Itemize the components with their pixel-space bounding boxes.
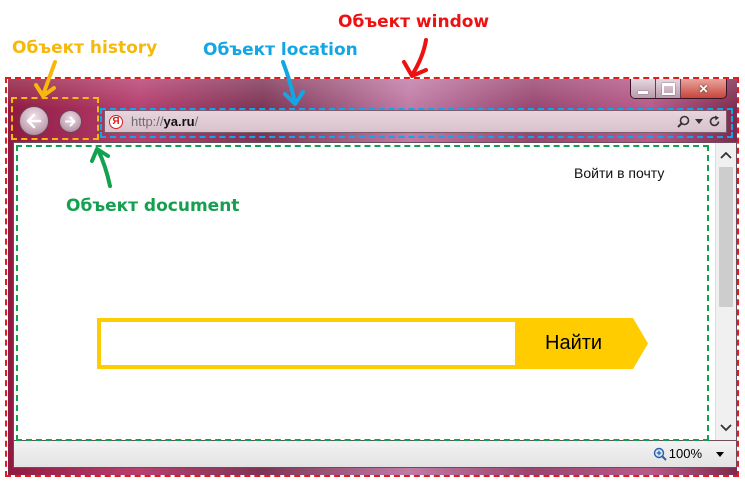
scroll-up-button[interactable] [716, 145, 736, 165]
navigation-buttons [14, 105, 98, 137]
document-object-label: Объект document [66, 196, 240, 216]
address-tools [677, 115, 726, 128]
scroll-thumb[interactable] [719, 167, 733, 307]
scroll-down-button[interactable] [716, 418, 736, 438]
window-object-label: Объект window [338, 12, 490, 32]
document-area: Войти в почту Найти [13, 142, 737, 441]
minimize-button[interactable] [631, 79, 656, 98]
search-button[interactable]: Найти [519, 318, 648, 369]
caption-buttons: ✕ [630, 79, 727, 99]
history-object-label: Объект history [12, 38, 158, 58]
status-bar: 100% [13, 441, 737, 468]
url-text[interactable]: http://ya.ru/ [131, 114, 198, 129]
forward-button[interactable] [59, 110, 82, 133]
vertical-scrollbar[interactable] [715, 143, 736, 440]
back-arrow-icon [26, 113, 42, 129]
yandex-favicon-icon: Я [109, 114, 123, 129]
dropdown-icon[interactable] [695, 118, 703, 125]
search-button-label: Найти [545, 332, 603, 354]
zoom-level: 100% [668, 446, 702, 461]
location-object-label: Объект location [203, 40, 358, 60]
forward-arrow-icon [65, 116, 76, 127]
url-host: ya.ru [163, 114, 195, 129]
title-bar [8, 79, 737, 109]
zoom-dropdown-icon[interactable] [716, 452, 724, 457]
close-icon: ✕ [698, 81, 709, 96]
zoom-icon [653, 447, 667, 461]
maximize-icon [661, 82, 675, 95]
refresh-icon[interactable] [708, 115, 721, 128]
login-mail-link[interactable]: Войти в почту [574, 165, 664, 181]
address-bar[interactable]: Я http://ya.ru/ [104, 110, 727, 133]
url-path: / [194, 114, 199, 129]
search-input[interactable] [97, 318, 519, 369]
minimize-icon [638, 90, 648, 94]
maximize-button[interactable] [656, 79, 681, 98]
scroll-down-icon [720, 424, 732, 432]
zoom-control[interactable]: 100% [653, 446, 702, 461]
search-icon[interactable] [677, 115, 690, 128]
back-button[interactable] [19, 106, 49, 136]
url-scheme: http:// [131, 114, 164, 129]
close-button[interactable]: ✕ [681, 79, 726, 98]
window-arrow [402, 38, 428, 78]
scroll-up-icon [720, 151, 732, 159]
browser-window: ✕ Я http://ya.ru/ Войти в почту Найти 10… [8, 79, 737, 475]
